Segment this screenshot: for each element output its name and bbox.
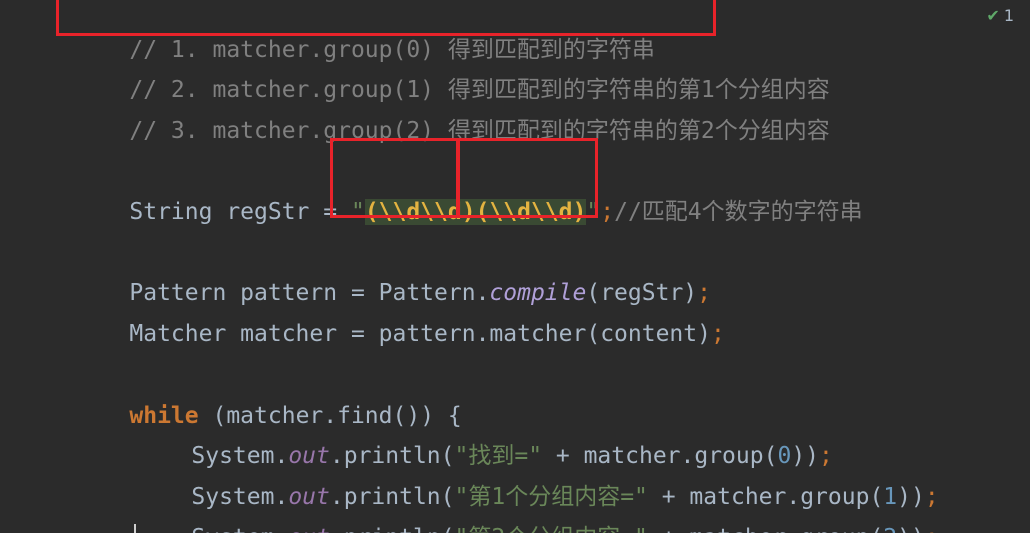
- close-parens: )): [897, 525, 925, 533]
- system-class: System.: [191, 525, 288, 533]
- print-line-2: System.out.println("第1个分组内容=" + matcher.…: [136, 443, 938, 510]
- comment-line-1: // 1. matcher.group(0) 得到匹配到的字符串: [74, 0, 655, 63]
- println-call: .println(: [330, 525, 455, 533]
- group-call: + matcher.group(: [648, 525, 884, 533]
- text-caret: [134, 524, 136, 533]
- regex-group-1: (\\d\\d): [364, 199, 476, 225]
- check-icon: ✔: [986, 6, 1000, 25]
- quote-close: ": [586, 199, 601, 225]
- inspection-count: 1: [1003, 6, 1014, 25]
- out-field: out: [288, 525, 330, 533]
- regex-decl: String regStr =: [129, 199, 351, 225]
- string-literal: "第2个分组内容=": [455, 525, 648, 533]
- code-editor[interactable]: ✔ 1 // 1. matcher.group(0) 得到匹配到的字符串 // …: [0, 0, 1030, 533]
- matcher-line: Matcher matcher = pattern.matcher(conten…: [74, 280, 724, 347]
- pattern-line: Pattern pattern = Pattern.compile(regStr…: [74, 239, 711, 306]
- quote-open: ": [350, 199, 365, 225]
- group-index: 2: [883, 525, 897, 533]
- regex-comment: //匹配4个数字的字符串: [614, 199, 863, 225]
- comment-text: // 3. matcher.group(2) 得到匹配到的字符串的第2个分组内容: [129, 118, 830, 144]
- semicolon: ;: [710, 321, 725, 347]
- print-line-1: System.out.println("找到=" + matcher.group…: [136, 402, 832, 469]
- semicolon: ;: [925, 525, 939, 533]
- inspection-widget[interactable]: ✔ 1: [986, 6, 1014, 25]
- comment-line-2: // 2. matcher.group(1) 得到匹配到的字符串的第1个分组内容: [74, 36, 829, 103]
- regex-group-2: (\\d\\d): [475, 199, 587, 225]
- comment-line-3: // 3. matcher.group(2) 得到匹配到的字符串的第2个分组内容: [74, 77, 829, 144]
- while-line: while (matcher.find()) {: [74, 362, 461, 429]
- matcher-decl: Matcher matcher = pattern.matcher(conten…: [129, 321, 711, 347]
- regex-declaration-line: String regStr = "(\\d\\d)(\\d\\d)";//匹配4…: [74, 158, 863, 225]
- print-line-3: System.out.println("第2个分组内容=" + matcher.…: [136, 484, 938, 533]
- semicolon: ;: [600, 199, 615, 225]
